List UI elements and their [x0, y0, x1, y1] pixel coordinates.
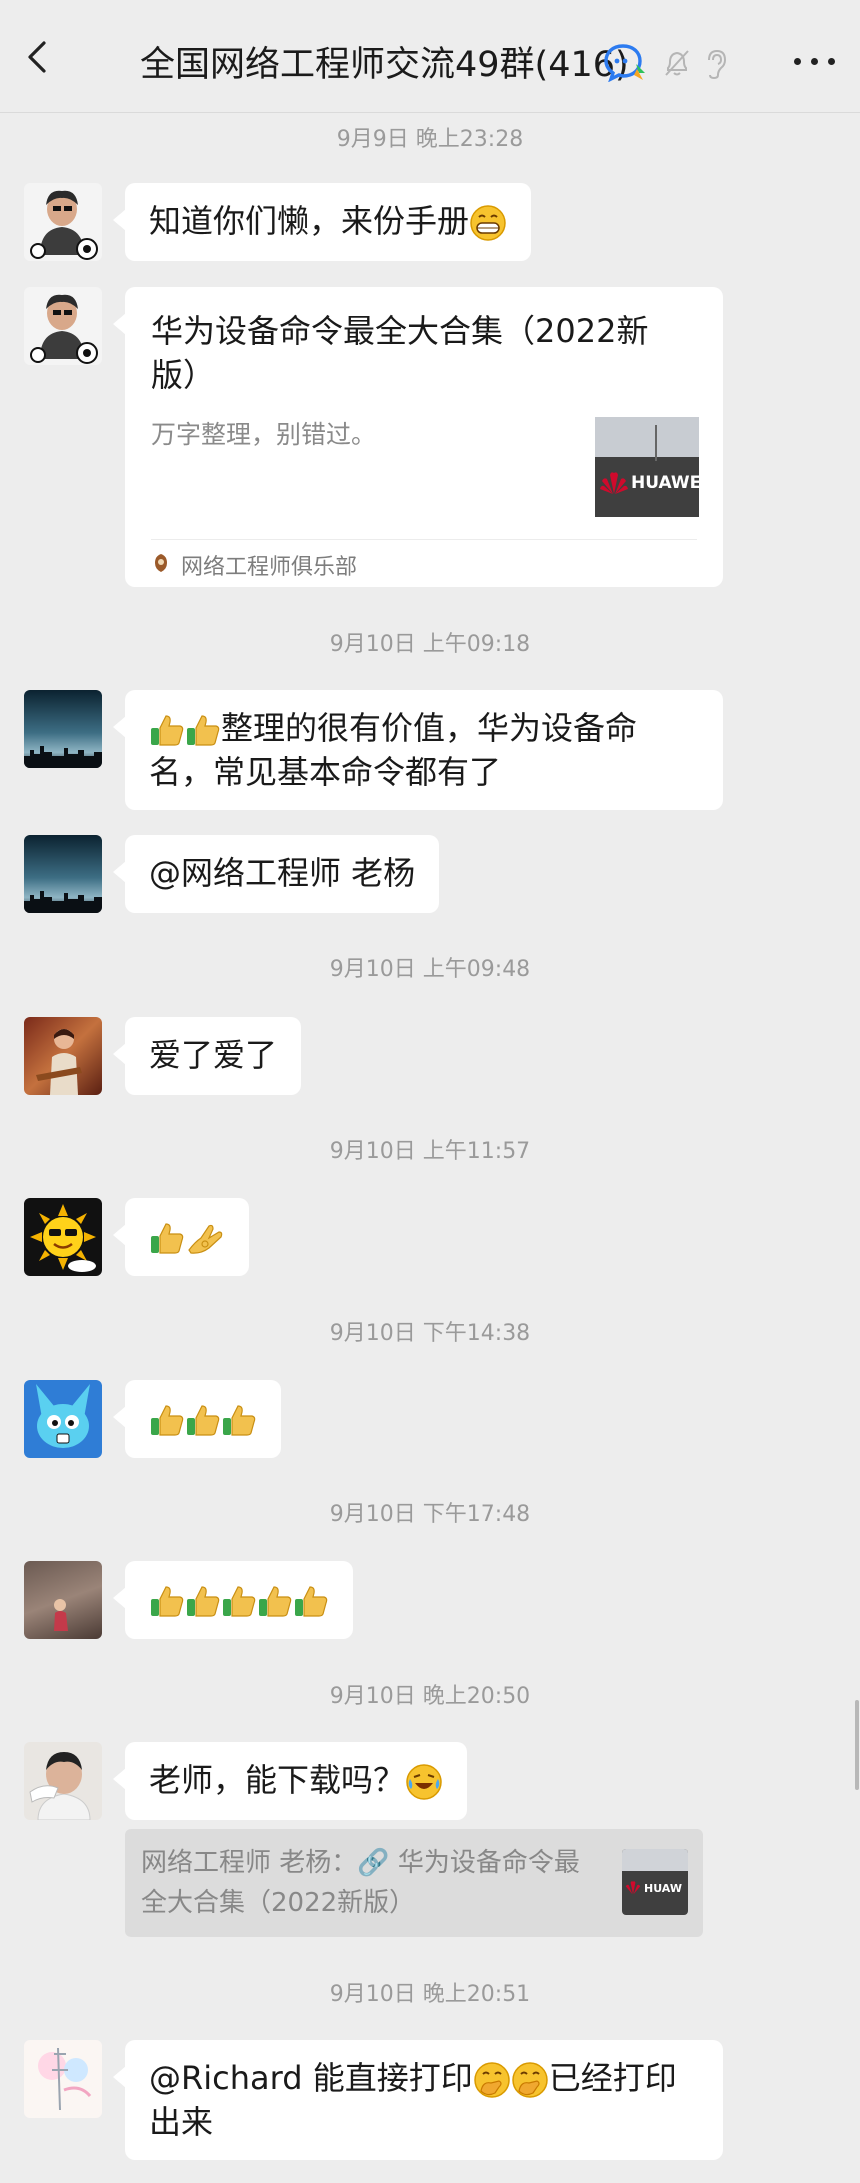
laughing-crying-emoji-icon	[406, 1764, 442, 1800]
message-text: 老师，能下载吗？	[149, 1761, 406, 1799]
link-card-description: 万字整理，别错过。	[151, 420, 377, 449]
message-text: 爱了爱了	[149, 1036, 278, 1074]
avatar[interactable]	[24, 1742, 102, 1820]
message-bubble[interactable]	[113, 1561, 353, 1639]
timestamp: 9月10日 下午14:38	[329, 1321, 531, 1346]
thumbs-up-icon	[223, 1586, 256, 1617]
message-bubble[interactable]	[113, 1380, 281, 1458]
scrollbar[interactable]	[855, 1700, 859, 1790]
ok-hand-icon	[188, 1224, 223, 1254]
message-text: 知道你们懒，来份手册	[149, 202, 470, 240]
timestamp: 9月10日 晚上20:51	[329, 1982, 531, 2007]
message-text: @网络工程师 老杨	[149, 854, 416, 892]
card-divider	[151, 539, 697, 540]
avatar[interactable]	[24, 1198, 102, 1276]
thumbs-up-icon	[259, 1586, 292, 1617]
chat-header: 全国网络工程师交流49群(416)	[0, 0, 860, 113]
link-card[interactable]: 华为设备命令最全大合集（2022新版） 万字整理，别错过。 HUAWE 网络工程…	[113, 287, 723, 587]
link-card-source: 网络工程师俱乐部	[181, 555, 358, 580]
timestamp: 9月9日 晚上23:28	[336, 127, 524, 152]
thumbs-up-icon	[187, 715, 220, 746]
message-bubble[interactable]: 知道你们懒，来份手册	[112, 183, 532, 261]
timestamp: 9月10日 晚上20:50	[329, 1684, 531, 1709]
mute-bell-icon	[665, 50, 689, 76]
more-options-icon[interactable]	[790, 58, 840, 68]
message-bubble[interactable]: 整理的很有价值，华为设备命名，常见基本命令都有了	[113, 690, 723, 810]
message-bubble[interactable]: 爱了爱了	[112, 1017, 302, 1095]
ai-assistant-icon[interactable]	[603, 42, 647, 82]
back-arrow-icon[interactable]	[22, 40, 56, 74]
message-text: 整理的很有价值，华为设备命名，常见基本命令都有了	[149, 709, 638, 791]
quoted-message-text: 网络工程师 老杨：🔗 华为设备命令最全大合集（2022新版）	[141, 1848, 580, 1918]
timestamp: 9月10日 下午17:48	[329, 1502, 531, 1527]
thumbs-up-icon	[151, 1586, 184, 1617]
avatar[interactable]	[24, 2040, 102, 2118]
avatar[interactable]	[24, 1380, 102, 1458]
message-bubble[interactable]: @网络工程师 老杨	[112, 835, 440, 913]
link-card-thumbnail: HUAWE	[595, 417, 699, 517]
timestamp: 9月10日 上午11:57	[329, 1139, 531, 1164]
thumbnail-brand-text: HUAW	[644, 1882, 682, 1895]
grin-emoji-icon	[470, 205, 506, 241]
avatar[interactable]	[24, 690, 102, 768]
thumbs-up-icon	[151, 1405, 184, 1436]
message-text: @Richard 能直接打印	[149, 2059, 473, 2097]
thumbs-up-icon	[295, 1586, 328, 1617]
earpiece-icon	[708, 49, 727, 80]
avatar[interactable]	[24, 1561, 102, 1639]
quoted-message-thumbnail: HUAW	[622, 1849, 688, 1915]
message-bubble[interactable]	[113, 1198, 249, 1276]
avatar[interactable]	[24, 835, 102, 913]
avatar[interactable]	[24, 1017, 102, 1095]
hand-over-mouth-emoji-icon	[473, 2062, 510, 2098]
message-bubble[interactable]: @Richard 能直接打印 已经打印出来	[113, 2040, 723, 2160]
thumbs-up-icon	[187, 1405, 220, 1436]
thumbs-up-icon	[151, 1223, 184, 1254]
huawei-logo-icon	[625, 1881, 641, 1895]
chat-title: 全国网络工程师交流49群(416)	[140, 45, 629, 85]
source-account-icon	[155, 554, 167, 572]
quoted-message[interactable]: 网络工程师 老杨：🔗 华为设备命令最全大合集（2022新版） HUAW	[125, 1829, 703, 1937]
timestamp: 9月10日 上午09:48	[329, 957, 531, 982]
thumbnail-brand-text: HUAWE	[631, 473, 699, 493]
timestamp: 9月10日 上午09:18	[329, 632, 531, 657]
message-bubble[interactable]: 老师，能下载吗？	[112, 1742, 468, 1820]
thumbs-up-icon	[151, 715, 184, 746]
hand-over-mouth-emoji-icon	[511, 2062, 548, 2098]
thumbs-up-icon	[187, 1586, 220, 1617]
avatar[interactable]	[24, 183, 102, 261]
thumbs-up-icon	[223, 1405, 256, 1436]
avatar[interactable]	[24, 287, 102, 365]
link-card-title: 华为设备命令最全大合集（2022新版）	[151, 312, 649, 394]
huawei-logo-icon	[600, 472, 628, 494]
